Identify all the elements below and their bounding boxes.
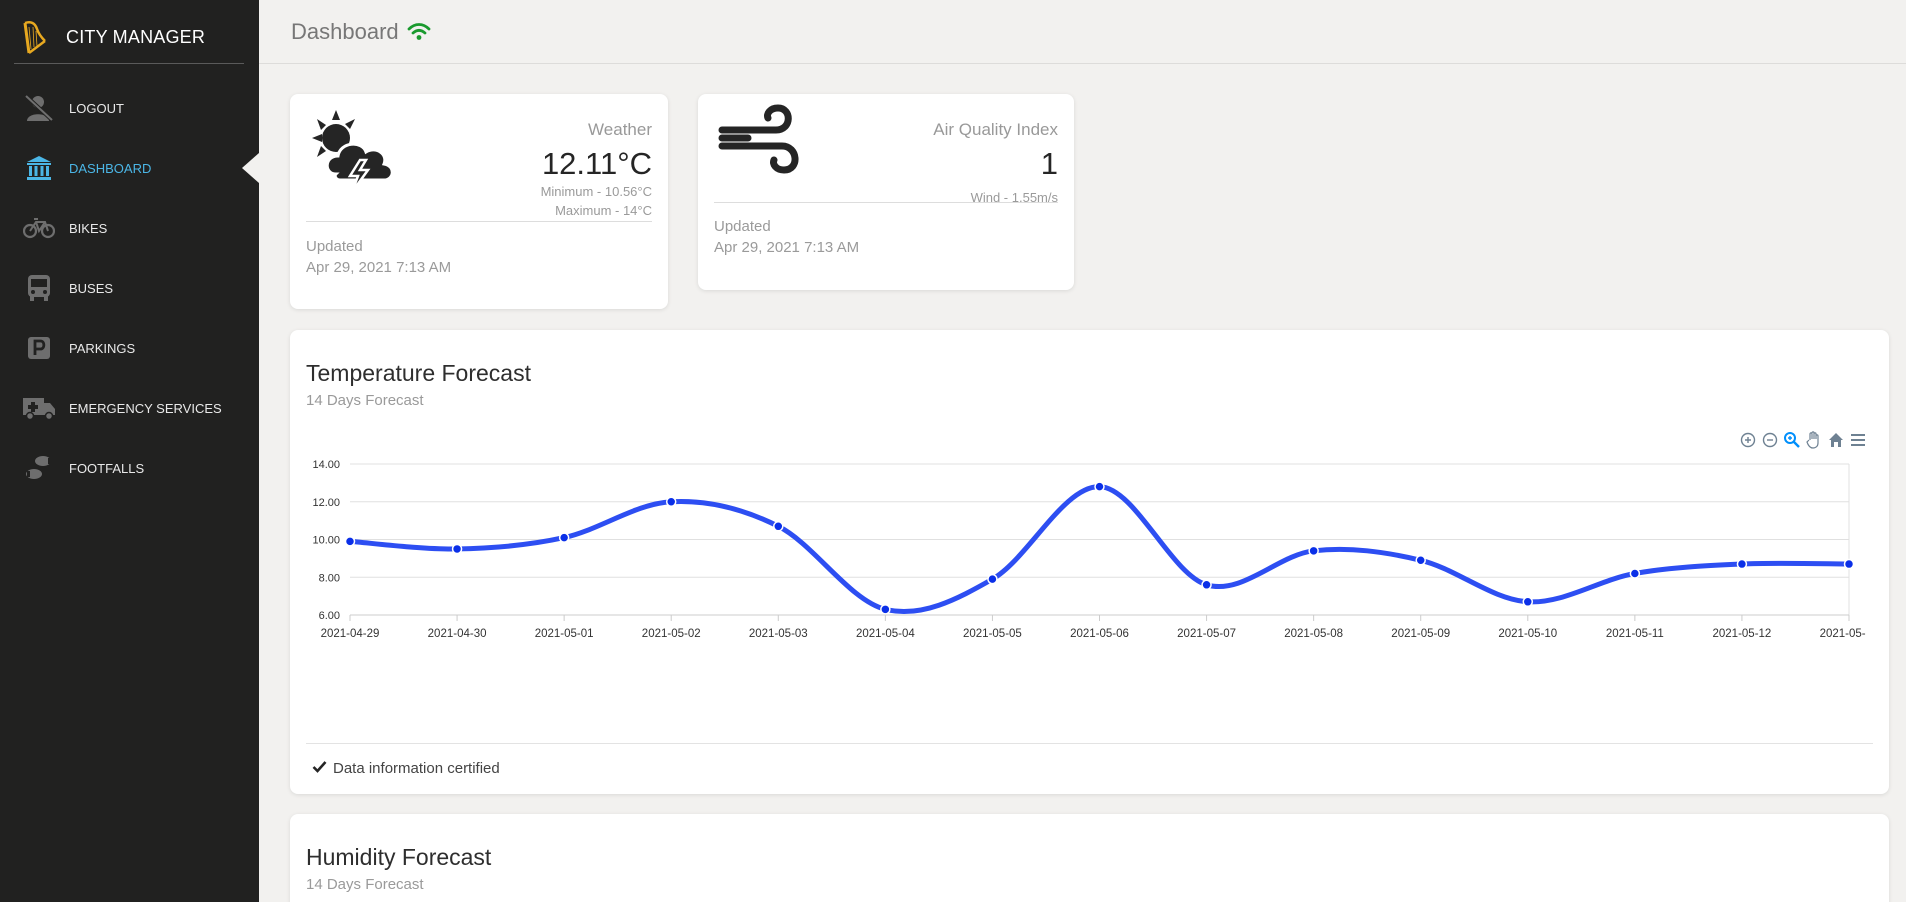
y-tick-label: 8.00 — [319, 572, 340, 584]
air-quality-caption: Air Quality Index — [933, 120, 1058, 139]
sidebar-item-label: BUSES — [69, 280, 114, 296]
footer-text: Data information certified — [333, 760, 500, 777]
parking-icon — [22, 333, 56, 363]
x-tick-label: 2021-05-12 — [1713, 628, 1772, 640]
temperature-line-chart: 6.00 8.00 10.00 12.00 14.00 2021-04-29 2021-0… — [312, 459, 1866, 640]
wind-speed: Wind - 1.55m/s — [970, 190, 1058, 205]
harp-logo-icon — [14, 18, 54, 58]
sidebar-item-label: PARKINGS — [69, 340, 136, 356]
sun-cloud-lightning-icon — [306, 104, 406, 201]
sidebar-item-dashboard[interactable]: DASHBOARD — [0, 138, 259, 198]
y-tick-label: 14.00 — [312, 459, 340, 471]
sidebar-item-footfalls[interactable]: FOOTFALLS — [0, 438, 259, 498]
app-title: CITY MANAGER — [66, 27, 206, 47]
divider — [306, 221, 652, 222]
weather-minimum: Minimum - 10.56°C — [540, 184, 652, 199]
card-title: Humidity Forecast — [306, 844, 492, 870]
weather-maximum: Maximum - 14°C — [555, 203, 652, 218]
card-subtitle: 14 Days Forecast — [306, 876, 424, 893]
sidebar-item-buses[interactable]: BUSES — [0, 258, 259, 318]
y-tick-label: 10.00 — [312, 535, 340, 547]
weather-summary: Weather 12.11°C Minimum - 10.56°C Maximu… — [541, 120, 652, 220]
sidebar-item-label: EMERGENCY SERVICES — [69, 400, 222, 416]
weather-card: Weather 12.11°C Minimum - 10.56°C Maximu… — [290, 94, 668, 309]
air-quality-value: 1 — [1040, 146, 1058, 181]
weather-temperature: 12.11°C — [541, 146, 652, 181]
air-quality-summary: Air Quality Index 1 Wind - 1.55m/s — [933, 120, 1058, 207]
sidebar-item-bikes[interactable]: BIKES — [0, 198, 259, 258]
x-tick-label: 2021-05-11 — [1606, 628, 1664, 640]
x-tick-label: 2021-04-29 — [321, 628, 380, 640]
data-point[interactable] — [1736, 558, 1748, 570]
sidebar-item-label: BIKES — [69, 220, 108, 236]
x-tick-label: 2021-05-10 — [1498, 628, 1557, 640]
sidebar-item-label: FOOTFALLS — [69, 460, 145, 476]
x-tick-label: 2021-05-06 — [1070, 628, 1129, 640]
x-tick-label: 2021-05-05 — [963, 628, 1022, 640]
data-point[interactable] — [880, 604, 891, 615]
bank-icon — [22, 153, 56, 183]
data-point[interactable] — [1308, 545, 1319, 557]
x-tick-label: 2021-05-04 — [856, 628, 915, 640]
x-tick-label: 2021-05-03 — [749, 628, 808, 640]
bus-icon — [22, 273, 56, 303]
divider — [306, 743, 1873, 744]
sidebar-item-label: DASHBOARD — [69, 160, 152, 176]
updated-time: Apr 29, 2021 7:13 AM — [306, 259, 452, 276]
top-bar: Dashboard — [259, 0, 1906, 64]
data-point[interactable] — [1415, 555, 1426, 566]
x-tick-label: 2021-05-13 — [1820, 628, 1866, 640]
card-subtitle: 14 Days Forecast — [306, 392, 424, 409]
ambulance-icon — [22, 393, 56, 423]
chart-footer: Data information certified — [312, 760, 500, 777]
data-point[interactable] — [1843, 558, 1855, 570]
data-point[interactable] — [451, 543, 463, 555]
sidebar-nav: LOGOUT DASHBOARD BIKES BUSES PARKINGS EM… — [0, 78, 259, 498]
y-tick-label: 12.00 — [312, 497, 340, 509]
data-point[interactable] — [344, 536, 356, 547]
data-point[interactable] — [1094, 481, 1105, 492]
x-tick-label: 2021-05-07 — [1177, 628, 1236, 640]
x-tick-label: 2021-05-08 — [1284, 628, 1343, 640]
wind-icon — [718, 100, 808, 185]
bicycle-icon — [22, 213, 56, 243]
x-tick-label: 2021-04-30 — [428, 628, 487, 640]
x-tick-label: 2021-05-02 — [642, 628, 701, 640]
sidebar-item-emergency-services[interactable]: EMERGENCY SERVICES — [0, 378, 259, 438]
sidebar-item-parkings[interactable]: PARKINGS — [0, 318, 259, 378]
footprints-icon — [22, 453, 56, 483]
x-tick-label: 2021-05-09 — [1391, 628, 1450, 640]
sidebar: CITY MANAGER LOGOUT DASHBOARD BIKES BUSE… — [0, 0, 259, 902]
data-point[interactable] — [773, 521, 784, 532]
data-point[interactable] — [1522, 596, 1534, 608]
check-icon — [312, 760, 327, 777]
user-slash-icon — [22, 93, 56, 123]
temperature-series-line — [347, 484, 1852, 615]
data-point[interactable] — [1629, 568, 1641, 579]
divider — [714, 202, 1058, 203]
weather-updated: Updated Apr 29, 2021 7:13 AM — [306, 236, 451, 278]
air-quality-updated: Updated Apr 29, 2021 7:13 AM — [714, 216, 859, 258]
y-tick-label: 6.00 — [319, 610, 340, 622]
card-title: Temperature Forecast — [306, 360, 531, 386]
sidebar-item-label: LOGOUT — [69, 100, 124, 116]
updated-label: Updated — [306, 238, 363, 255]
page-title: Dashboard — [291, 18, 399, 44]
data-point[interactable] — [665, 496, 677, 507]
data-point[interactable] — [987, 573, 998, 585]
humidity-forecast-card: Humidity Forecast 14 Days Forecast — [290, 814, 1889, 902]
sidebar-item-logout[interactable]: LOGOUT — [0, 78, 259, 138]
weather-caption: Weather — [588, 120, 652, 139]
data-point[interactable] — [558, 532, 570, 543]
updated-label: Updated — [714, 218, 771, 235]
data-point[interactable] — [1201, 579, 1212, 591]
brand: CITY MANAGER — [14, 12, 244, 64]
updated-time: Apr 29, 2021 7:13 AM — [714, 239, 860, 256]
x-tick-label: 2021-05-01 — [535, 628, 594, 640]
wifi-icon — [407, 22, 431, 42]
temperature-forecast-card: Temperature Forecast 14 Days Forecast 6.… — [290, 330, 1889, 794]
air-quality-card: Air Quality Index 1 Wind - 1.55m/s Updat… — [698, 94, 1074, 290]
